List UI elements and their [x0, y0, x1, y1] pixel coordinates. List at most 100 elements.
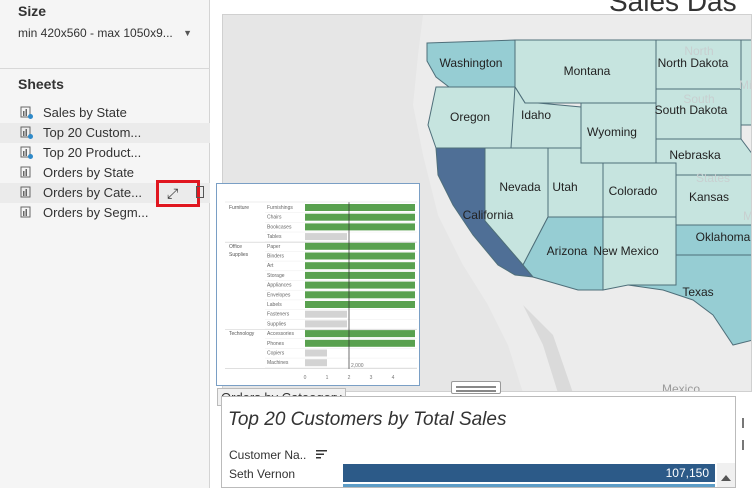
category-bar — [305, 291, 415, 299]
sheet-title: Top 20 Customers by Total Sales — [228, 409, 507, 430]
worksheet-used-icon — [20, 146, 33, 159]
sheet-item-label: Orders by Segm... — [43, 205, 149, 220]
category-tick-label: Copiers — [267, 351, 285, 357]
category-tick-label: Paper — [267, 244, 281, 250]
state-label: North Dakota — [658, 56, 729, 70]
state-label: Wyoming — [587, 125, 637, 139]
vertical-scrollbar[interactable] — [717, 463, 735, 487]
state-label: Nebraska — [669, 148, 721, 162]
ghost-label: States — [696, 171, 730, 185]
category-tick-label: Envelopes — [267, 292, 291, 298]
state-label: Oklahoma — [696, 230, 751, 244]
ghost-label: Minn — [739, 78, 752, 92]
category-bar — [305, 330, 415, 338]
country-label: Mexico — [662, 382, 700, 392]
state-label: Montana — [564, 64, 611, 78]
category-bar — [305, 262, 415, 270]
category-tick-label: Phones — [267, 341, 284, 347]
chevron-down-icon: ▼ — [183, 28, 192, 38]
state-label: Arizona — [547, 244, 588, 258]
category-bar — [305, 271, 415, 279]
x-axis-tick-label: 3 — [370, 375, 373, 381]
category-bar — [305, 320, 347, 328]
sheet-item-label: Orders by State — [43, 165, 135, 180]
table-row[interactable]: Seth Vernon 107,150 — [222, 463, 735, 485]
category-tick-label: Furnishings — [267, 205, 293, 211]
category-tick-label: Art — [267, 263, 274, 269]
category-bar — [305, 233, 347, 241]
group-label: Technology — [229, 331, 255, 337]
category-bar-chart: Furnishings Chairs Bookcases Tables Furnitur… — [225, 201, 417, 381]
state-label: Oregon — [450, 110, 490, 124]
state-label: Kansas — [689, 190, 729, 204]
sales-bar[interactable]: 107,150 — [343, 464, 715, 482]
category-tick-label: Binders — [267, 254, 284, 260]
resize-handle[interactable] — [451, 381, 501, 394]
x-axis-tick-label: 2 — [348, 375, 351, 381]
worksheet-used-icon — [20, 106, 33, 119]
category-bar — [305, 281, 415, 289]
orders-by-category-floating-sheet[interactable]: Furnishings Chairs Bookcases Tables Furnitur… — [216, 183, 420, 386]
category-bar — [305, 213, 415, 221]
category-bar — [305, 204, 415, 211]
category-tick-label: Bookcases — [267, 224, 292, 230]
state-label: Colorado — [609, 184, 658, 198]
category-tick-label: Accessories — [267, 331, 294, 337]
worksheet-icon — [20, 206, 31, 218]
category-tick-label: Labels — [267, 302, 282, 308]
sheets-section-title: Sheets — [18, 76, 64, 92]
category-tick-label: Appliances — [267, 283, 292, 289]
state-label: California — [463, 208, 514, 222]
clipboard-icon[interactable] — [196, 186, 204, 198]
sales-value-label: 107,150 — [665, 466, 709, 480]
sales-bar[interactable] — [343, 484, 715, 487]
category-bar — [305, 301, 415, 308]
category-bar — [305, 359, 327, 367]
reference-line-label: 2,000 — [351, 363, 364, 369]
sort-icon[interactable] — [316, 450, 327, 459]
size-dropdown[interactable]: min 420x560 - max 1050x9... ▼ — [18, 26, 194, 44]
sheet-item-label: Top 20 Custom... — [43, 125, 142, 140]
worksheet-icon — [20, 166, 31, 178]
sheet-item-top-20-products[interactable]: Top 20 Product... — [0, 143, 210, 163]
category-tick-label: Tables — [267, 234, 282, 240]
size-section-title: Size — [18, 3, 47, 19]
size-dropdown-value: min 420x560 - max 1050x9... — [18, 26, 173, 40]
scroll-up-icon[interactable] — [721, 475, 731, 481]
category-tick-label: Supplies — [267, 321, 287, 327]
category-bar — [305, 242, 415, 250]
x-axis-tick-label: 4 — [392, 375, 395, 381]
section-divider — [0, 68, 210, 69]
sheet-item-label: Orders by Cate... — [43, 185, 142, 200]
top-20-customers-sheet[interactable]: Top 20 Customers by Total Sales Customer… — [221, 396, 736, 488]
category-tick-label: Machines — [267, 360, 289, 366]
worksheet-used-icon — [20, 126, 33, 139]
group-label: Office — [229, 244, 242, 250]
sheet-item-label: Top 20 Product... — [43, 145, 142, 160]
category-bar — [305, 339, 415, 347]
category-tick-label: Fasteners — [267, 312, 290, 318]
x-axis-tick-label: 1 — [326, 375, 329, 381]
category-bar — [305, 223, 415, 231]
dashboard-side-pane: Size min 420x560 - max 1050x9... ▼ Sheet… — [0, 0, 210, 488]
worksheet-icon — [20, 186, 31, 198]
ghost-label: South — [683, 92, 714, 106]
ghost-label: North — [684, 44, 713, 58]
x-axis-tick-label: 0 — [304, 375, 307, 381]
group-label: Furniture — [229, 205, 249, 211]
category-tick-label: Storage — [267, 273, 285, 279]
state-label: Texas — [682, 285, 713, 299]
sheet-item-top-20-customers[interactable]: Top 20 Custom... — [0, 123, 210, 143]
column-header-customer-name[interactable]: Customer Na.. — [229, 448, 306, 462]
tableau-dashboard-editor: Size min 420x560 - max 1050x9... ▼ Sheet… — [0, 0, 753, 488]
state-label: Nevada — [499, 180, 541, 194]
state-label: Utah — [552, 180, 577, 194]
swap-sheets-icon[interactable]: ⤢ — [167, 185, 178, 202]
dashboard-canvas: Sales Das Washington Montana North Dakot… — [211, 0, 753, 488]
category-bar — [305, 252, 415, 260]
sheet-item-sales-by-state[interactable]: Sales by State — [0, 103, 210, 123]
ghost-label: Mi — [743, 209, 752, 223]
group-label: Supplies — [229, 252, 249, 258]
state-label: Idaho — [521, 108, 551, 122]
state-label: Washington — [440, 56, 503, 70]
